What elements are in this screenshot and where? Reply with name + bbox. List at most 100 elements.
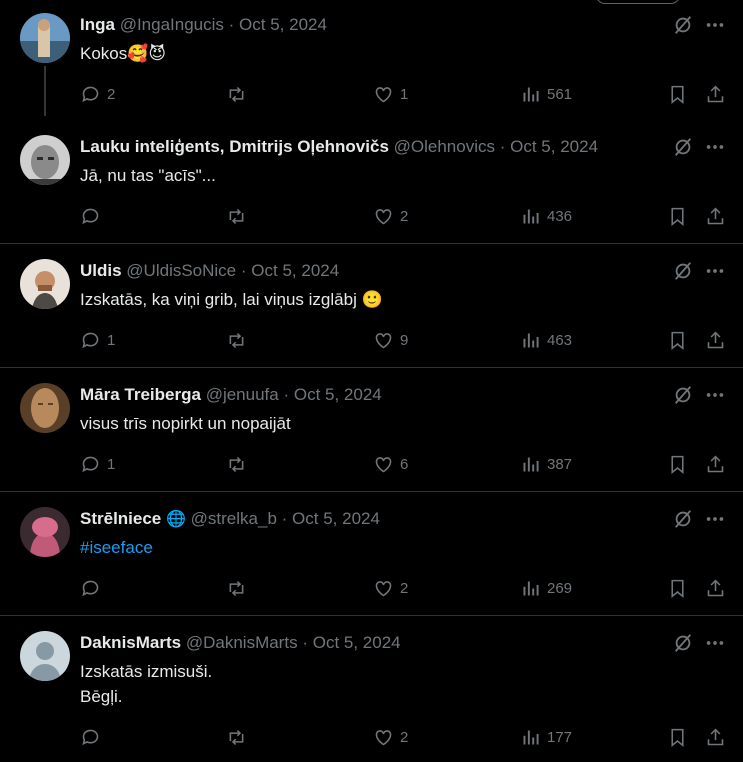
display-name[interactable]: Lauku inteliģents, Dmitrijs Oļehnovičs: [80, 137, 389, 156]
bookmark-button[interactable]: [667, 576, 688, 600]
retweet-button[interactable]: [226, 576, 247, 600]
share-icon: [707, 207, 724, 224]
display-name[interactable]: DaknisMarts: [80, 633, 181, 652]
grok-icon[interactable]: [672, 632, 694, 654]
views-button[interactable]: 436: [520, 204, 572, 228]
reply-icon: [82, 580, 99, 596]
share-button[interactable]: [705, 204, 726, 228]
more-options-icon[interactable]: [704, 136, 726, 158]
like-button[interactable]: 2: [373, 204, 408, 228]
share-button[interactable]: [705, 82, 726, 106]
bookmark-button[interactable]: [667, 204, 688, 228]
share-button[interactable]: [705, 452, 726, 476]
bookmark-icon: [671, 207, 684, 226]
more-options-icon[interactable]: [704, 14, 726, 36]
bookmark-button[interactable]: [667, 82, 688, 106]
like-button[interactable]: 1: [373, 82, 408, 106]
reply-button[interactable]: 1: [80, 328, 115, 352]
display-name[interactable]: Strēlniece: [80, 509, 161, 528]
views-button[interactable]: 387: [520, 452, 572, 476]
timestamp[interactable]: Oct 5, 2024: [313, 633, 401, 652]
reply-button[interactable]: [80, 725, 107, 749]
heart-icon: [375, 332, 392, 348]
handle[interactable]: @jenuufa: [206, 385, 279, 404]
display-name[interactable]: Inga: [80, 15, 115, 34]
retweet-button[interactable]: [226, 452, 247, 476]
grok-icon[interactable]: [672, 136, 694, 158]
retweet-button[interactable]: [226, 82, 247, 106]
timestamp[interactable]: Oct 5, 2024: [292, 509, 380, 528]
share-button[interactable]: [705, 725, 726, 749]
tweet-actions: 2 436: [0, 204, 743, 228]
heart-icon: [375, 86, 392, 102]
reply-count: 1: [107, 331, 116, 349]
bookmark-button[interactable]: [667, 725, 688, 749]
share-button[interactable]: [705, 576, 726, 600]
like-button[interactable]: 2: [373, 725, 408, 749]
views-button[interactable]: 269: [520, 576, 572, 600]
retweet-icon: [229, 729, 244, 745]
views-button[interactable]: 463: [520, 328, 572, 352]
reply-count: 2: [107, 85, 116, 103]
default-avatar-icon[interactable]: [20, 631, 70, 681]
analytics-icon: [523, 333, 539, 347]
tweet-6[interactable]: DaknisMarts @DaknisMarts · Oct 5, 2024 I…: [0, 618, 743, 762]
grok-icon[interactable]: [672, 14, 694, 36]
tweet-3[interactable]: Uldis @UldisSoNice · Oct 5, 2024 Izskatā…: [0, 246, 743, 367]
share-button[interactable]: [705, 328, 726, 352]
bookmark-icon: [671, 331, 684, 350]
display-name[interactable]: Uldis: [80, 261, 122, 280]
handle[interactable]: @DaknisMarts: [186, 633, 298, 652]
avatar[interactable]: [20, 135, 70, 185]
like-button[interactable]: 6: [373, 452, 408, 476]
retweet-button[interactable]: [226, 328, 247, 352]
views-button[interactable]: 177: [520, 725, 572, 749]
avatar[interactable]: [20, 259, 70, 309]
handle[interactable]: @strelka_b: [191, 509, 277, 528]
grok-icon[interactable]: [672, 508, 694, 530]
reply-button[interactable]: [80, 576, 107, 600]
bookmark-icon: [671, 85, 684, 104]
retweet-button[interactable]: [226, 204, 247, 228]
tweet-5[interactable]: Strēlniece 🌐 @strelka_b · Oct 5, 2024 #i…: [0, 494, 743, 615]
bookmark-button[interactable]: [667, 452, 688, 476]
more-options-icon[interactable]: [704, 260, 726, 282]
more-options-icon[interactable]: [704, 508, 726, 530]
avatar[interactable]: [20, 507, 70, 557]
view-count: 436: [547, 207, 573, 225]
handle[interactable]: @Olehnovics: [394, 137, 495, 156]
separator-dot: ·: [240, 261, 247, 280]
grok-icon[interactable]: [672, 384, 694, 406]
reply-button[interactable]: 2: [80, 82, 115, 106]
like-count: 9: [400, 331, 409, 349]
view-count: 269: [547, 579, 573, 597]
share-icon: [707, 728, 724, 745]
handle[interactable]: @UldisSoNice: [126, 261, 236, 280]
tweet-text: Kokos🥰😈: [80, 44, 167, 63]
like-button[interactable]: 2: [373, 576, 408, 600]
more-options-icon[interactable]: [704, 384, 726, 406]
tweet-4[interactable]: Māra Treiberga @jenuufa · Oct 5, 2024 vi…: [0, 370, 743, 491]
separator-dot: ·: [499, 137, 506, 156]
timestamp[interactable]: Oct 5, 2024: [251, 261, 339, 280]
views-button[interactable]: 561: [520, 82, 572, 106]
hashtag-link[interactable]: #iseeface: [80, 535, 153, 560]
handle[interactable]: @IngaIngucis: [120, 15, 224, 34]
timestamp[interactable]: Oct 5, 2024: [510, 137, 598, 156]
avatar[interactable]: [20, 13, 70, 63]
like-button[interactable]: 9: [373, 328, 408, 352]
bookmark-button[interactable]: [667, 328, 688, 352]
tweet-1[interactable]: Inga @IngaIngucis · Oct 5, 2024 Kokos🥰😈 …: [0, 0, 743, 122]
tweet-2[interactable]: Lauku inteliģents, Dmitrijs Oļehnovičs @…: [0, 122, 743, 243]
retweet-icon: [229, 332, 244, 348]
reply-button[interactable]: 1: [80, 452, 115, 476]
like-count: 2: [400, 207, 409, 225]
more-options-icon[interactable]: [704, 632, 726, 654]
avatar[interactable]: [20, 383, 70, 433]
reply-button[interactable]: [80, 204, 107, 228]
grok-icon[interactable]: [672, 260, 694, 282]
timestamp[interactable]: Oct 5, 2024: [294, 385, 382, 404]
display-name[interactable]: Māra Treiberga: [80, 385, 201, 404]
timestamp[interactable]: Oct 5, 2024: [239, 15, 327, 34]
retweet-button[interactable]: [226, 725, 247, 749]
